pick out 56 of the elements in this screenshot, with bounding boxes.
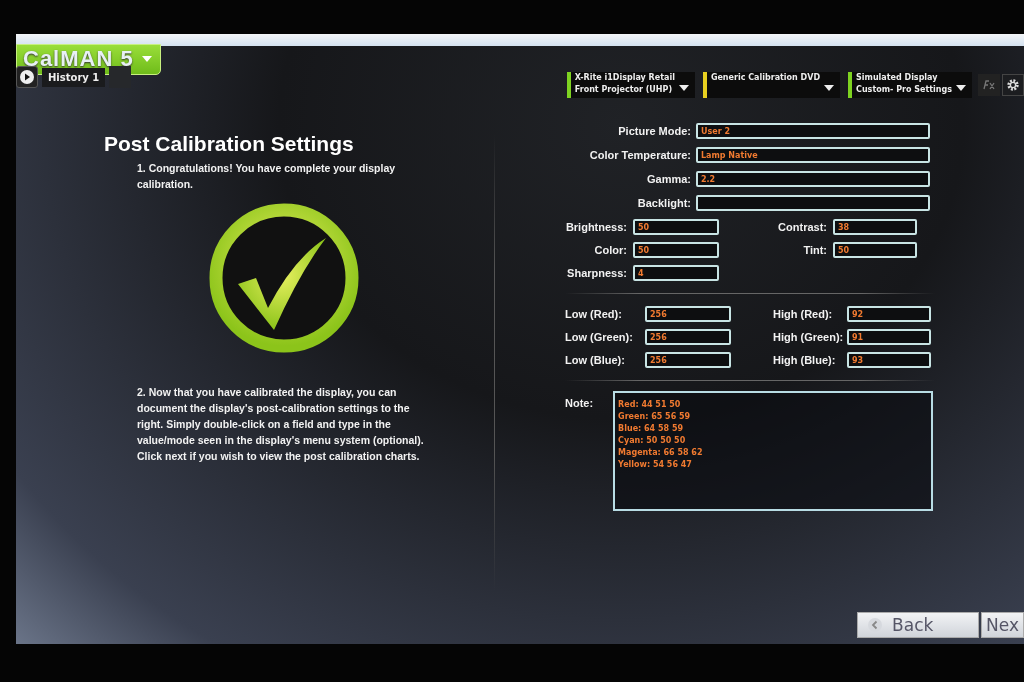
- field-label: Picture Mode:: [618, 125, 691, 137]
- device-name: Generic Calibration DVD: [710, 72, 821, 84]
- input-field[interactable]: 38: [833, 219, 917, 235]
- device-dropdown[interactable]: Generic Calibration DVD: [702, 72, 841, 98]
- caret-icon: [141, 56, 152, 62]
- input-field[interactable]: 50: [633, 242, 719, 258]
- field-label: Sharpness:: [567, 267, 627, 279]
- fx-icon: [982, 80, 996, 90]
- input-field[interactable]: 92: [847, 306, 931, 322]
- back-button[interactable]: Back: [857, 612, 980, 638]
- field-label: Brightness:: [565, 221, 627, 233]
- field-label: High (Green):: [773, 331, 845, 343]
- caret-icon: [678, 85, 689, 91]
- device-detail: Front Projector (UHP): [574, 84, 674, 96]
- input-field[interactable]: Lamp Native: [696, 147, 930, 163]
- tab[interactable]: History 1: [42, 67, 106, 87]
- settings-icon: [1006, 78, 1020, 92]
- note-field[interactable]: Red: 44 51 50 Green: 65 56 59 Blue: 64 58 59 Cyan: 50 50 50 Magenta: 66 58 62 Yellow: 54 56 47: [613, 391, 934, 511]
- field-label: Color Temperature:: [589, 149, 691, 161]
- input-field[interactable]: 256: [645, 306, 731, 322]
- device-dropdown[interactable]: Simulated Display Custom- Pro Settings: [848, 72, 972, 98]
- field-label: High (Blue):: [773, 354, 837, 366]
- function-button[interactable]: [978, 74, 1000, 96]
- input-field[interactable]: 256: [645, 329, 731, 345]
- next-button[interactable]: Nex: [981, 612, 1024, 638]
- field-label: High (Red):: [773, 308, 834, 320]
- instruction-text: 1. Congratulations! You have complete your display calibration.: [137, 161, 397, 192]
- caret-icon: [824, 85, 835, 91]
- field-label: Low (Green):: [565, 331, 634, 343]
- device-detail: Custom- Pro Settings: [856, 84, 952, 96]
- settings-button[interactable]: [1002, 74, 1024, 96]
- field-label: Backlight:: [637, 197, 691, 209]
- field-label: Contrast:: [778, 221, 827, 233]
- page-title: Post Calibration Settings: [104, 132, 355, 156]
- device-dropdown[interactable]: X-Rite i1Display Retail Front Projector (UHP): [566, 72, 695, 98]
- input-field[interactable]: [696, 195, 930, 211]
- play-icon: [20, 70, 34, 84]
- input-field[interactable]: User 2: [696, 123, 930, 139]
- input-field[interactable]: 50: [633, 219, 719, 235]
- field-label: Tint:: [803, 244, 827, 256]
- input-field[interactable]: 256: [645, 352, 731, 368]
- play-button[interactable]: [16, 66, 38, 88]
- instruction-text: 2. Now that you have calibrated the display, you can document the display's post-calibration settings to the right. Simply double-click on a field and type in the value/mode seen in the display's menu system (optional). Click next if you wish to view the post calibration charts.: [137, 385, 425, 464]
- field-label: Gamma:: [646, 173, 691, 185]
- input-field[interactable]: 50: [833, 242, 917, 258]
- device-name: Simulated Display: [856, 72, 939, 84]
- field-label: Note:: [565, 396, 594, 411]
- field-label: Low (Red):: [565, 308, 623, 320]
- input-field[interactable]: 91: [847, 329, 931, 345]
- input-field[interactable]: 2.2: [696, 171, 930, 187]
- field-label: Color:: [594, 244, 627, 256]
- field-label: Low (Blue):: [565, 354, 626, 366]
- input-field[interactable]: 93: [847, 352, 931, 368]
- input-field[interactable]: 4: [633, 265, 719, 281]
- device-name: X-Rite i1Display Retail: [574, 72, 675, 84]
- caret-icon: [956, 85, 966, 91]
